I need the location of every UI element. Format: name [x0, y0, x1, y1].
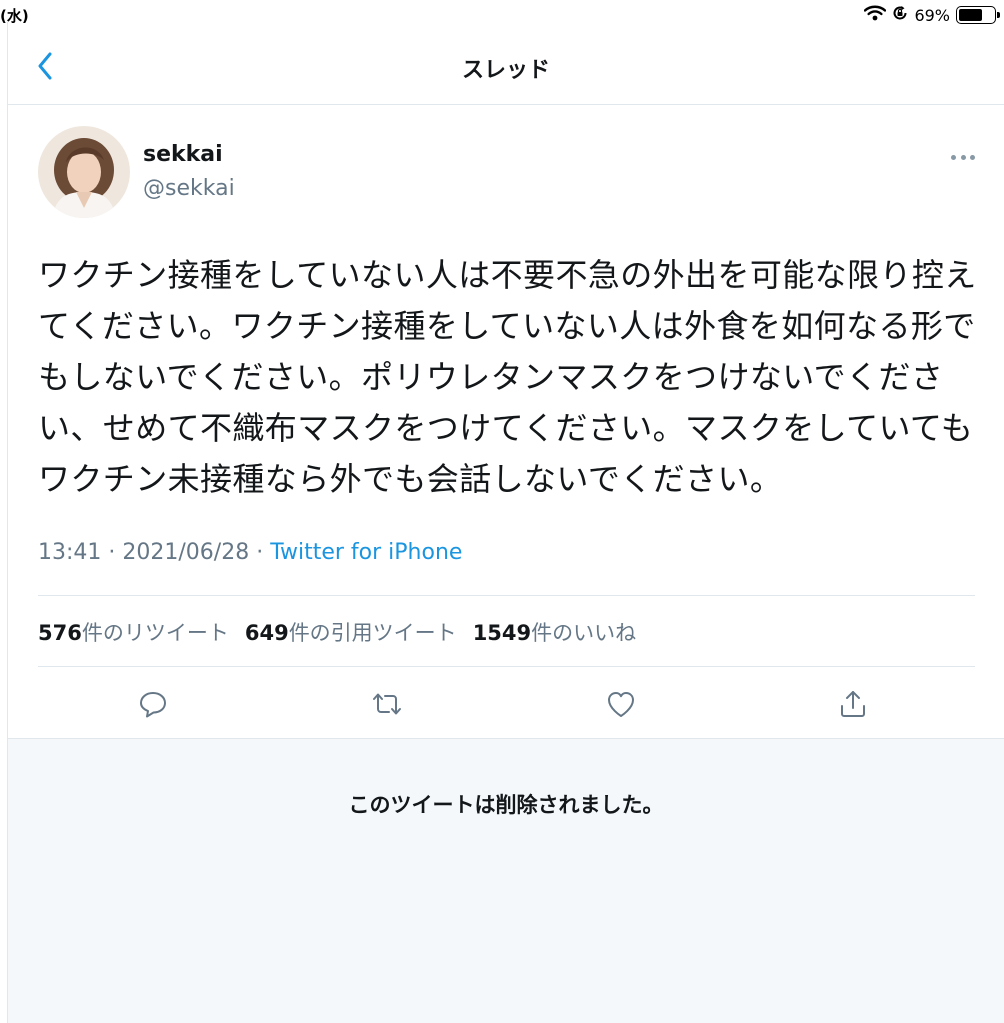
more-dot	[960, 154, 966, 160]
tweet-actions	[0, 684, 1004, 728]
like-button[interactable]	[599, 684, 643, 728]
thread-screen: (水) 69% スレッド sekkai @sekkai ワクチン接種をしていない…	[0, 0, 1004, 1023]
wifi-icon	[864, 5, 887, 25]
battery-fill	[959, 9, 983, 21]
battery-percent: 69%	[914, 5, 950, 25]
tweet-date: 2021/06/28	[122, 540, 250, 565]
deleted-tweet-notice: このツイートは削除されました。	[348, 793, 664, 817]
status-date: (水)	[0, 7, 29, 25]
reply-button[interactable]	[131, 684, 175, 728]
likes-label: 件のいいね	[531, 621, 637, 645]
divider	[38, 666, 975, 667]
quotes-label: 件の引用ツイート	[288, 621, 457, 645]
status-indicators: 69%	[864, 4, 1000, 26]
deleted-tweet-panel: このツイートは削除されました。	[8, 738, 1004, 1023]
retweets-stat[interactable]: 576件のリツイート	[38, 617, 229, 647]
tweet-text: ワクチン接種をしていない人は不要不急の外出を可能な限り控えてください。ワクチン接…	[38, 256, 977, 498]
retweet-icon	[370, 689, 404, 723]
tweet-time: 13:41	[38, 540, 102, 565]
nav-header: スレッド	[8, 30, 1004, 105]
retweets-label: 件のリツイート	[81, 621, 229, 645]
more-dot	[951, 154, 956, 160]
battery-icon	[956, 6, 1000, 24]
avatar[interactable]	[38, 126, 130, 218]
likes-count: 1549	[472, 621, 532, 645]
page-title: スレッド	[461, 58, 550, 83]
share-button[interactable]	[831, 684, 875, 728]
tweet-source-link[interactable]: Twitter for iPhone	[270, 540, 462, 565]
tweet-meta: 13:41 · 2021/06/28 · Twitter for iPhone	[38, 540, 463, 565]
quotes-count: 649	[244, 621, 289, 645]
orientation-lock-icon	[892, 5, 908, 25]
more-dot	[970, 154, 975, 160]
retweets-count: 576	[38, 621, 82, 645]
status-bar: (水) 69%	[0, 0, 1004, 30]
reply-icon	[138, 689, 168, 723]
divider	[38, 595, 975, 596]
user-handle[interactable]: @sekkai	[143, 176, 235, 201]
retweet-button[interactable]	[365, 684, 409, 728]
quotes-stat[interactable]: 649件の引用ツイート	[245, 617, 457, 647]
share-icon	[838, 689, 868, 723]
likes-stat[interactable]: 1549件のいいね	[473, 617, 636, 647]
display-name[interactable]: sekkai	[143, 142, 223, 167]
more-options-button[interactable]	[948, 144, 978, 170]
heart-icon	[606, 690, 636, 722]
tweet-stats: 576件のリツイート 649件の引用ツイート 1549件のいいね	[38, 617, 636, 647]
